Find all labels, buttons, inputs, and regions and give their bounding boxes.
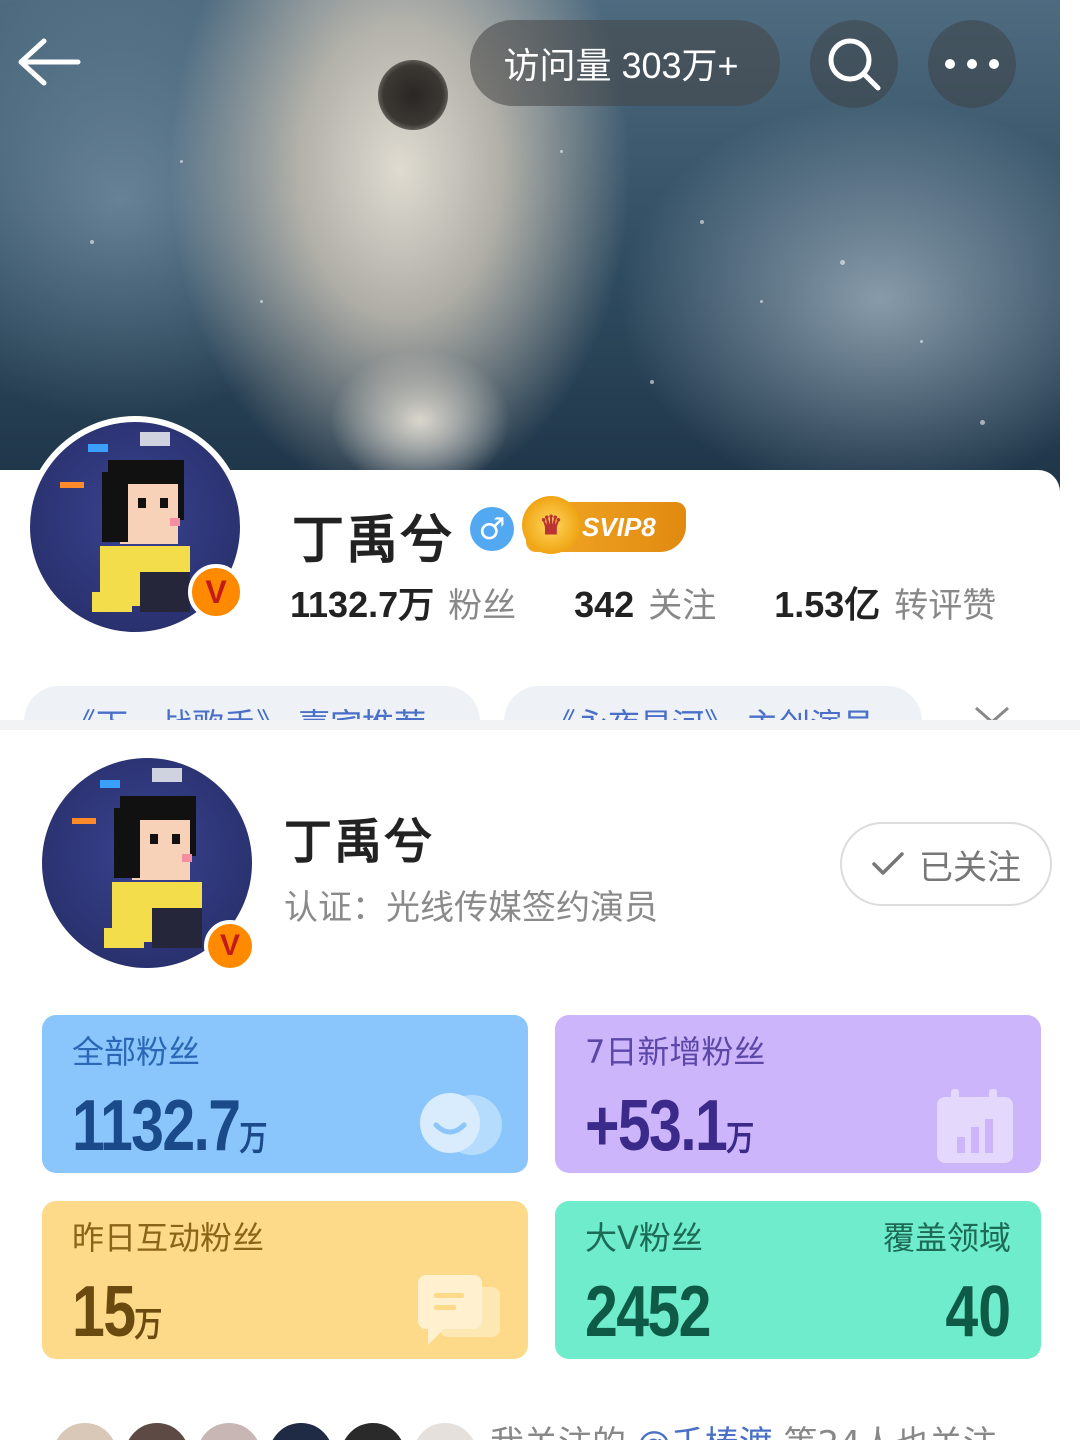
all-fans-number: 1132.7: [72, 1086, 241, 1166]
fans-icon: [420, 1093, 502, 1155]
mutual-avatar: [50, 1420, 120, 1440]
chat-icon: [418, 1275, 500, 1345]
bigv-fans-value: 2452: [585, 1272, 711, 1352]
stat-likes-number: 1.53亿: [774, 584, 881, 625]
mutual-followers-row[interactable]: 我关注的 @千椿渡 等24人也关注: [0, 1410, 1080, 1440]
search-icon: [828, 38, 881, 91]
interaction-fans-number: 15: [72, 1272, 136, 1352]
all-fans-card[interactable]: 全部粉丝 1132.7万: [42, 1015, 528, 1173]
tag-pill[interactable]: 《永夜星河》 主创演员: [504, 686, 922, 722]
more-button[interactable]: [928, 20, 1016, 108]
mutual-avatar: [338, 1420, 408, 1440]
profile-tags-row: 《下一战歌手》 嘉宾推荐 《永夜星河》 主创演员: [0, 686, 1060, 722]
avatar[interactable]: V: [24, 416, 246, 638]
polar-bear-nose: [378, 60, 448, 130]
fan-card-name: 丁禹兮: [284, 814, 435, 870]
check-icon: [872, 852, 904, 875]
stat-following-label: 关注: [648, 586, 717, 626]
visit-count-pill[interactable]: 访问量 303万+: [470, 20, 780, 106]
tag-pill[interactable]: 《下一战歌手》 嘉宾推荐: [24, 686, 480, 722]
mutual-avatar: [410, 1420, 480, 1440]
verified-v-badge: V: [204, 920, 256, 972]
verified-v-badge: V: [188, 564, 244, 620]
all-fans-title: 全部粉丝: [72, 1033, 201, 1071]
calendar-chart-icon: [937, 1089, 1013, 1163]
all-fans-value: 1132.7万: [72, 1085, 267, 1167]
domain-coverage-value: 40: [945, 1272, 1011, 1352]
chevron-down-icon[interactable]: [972, 686, 1012, 722]
mutual-followers-text: 我关注的 @千椿渡 等24人也关注: [490, 1416, 997, 1440]
profile-stats: 1132.7万 粉丝 342 关注 1.53亿 转评赞: [290, 576, 1054, 628]
stat-following-number: 342: [574, 584, 635, 625]
mutual-avatar: [194, 1420, 264, 1440]
following-label: 已关注: [919, 847, 1021, 888]
interaction-fans-value: 15万: [72, 1271, 162, 1353]
unit-label: 万: [134, 1306, 163, 1344]
following-button[interactable]: 已关注: [840, 822, 1052, 906]
new-fans-number: +53.1: [585, 1086, 728, 1166]
crown-icon: ♛: [522, 496, 580, 554]
unit-label: 万: [726, 1120, 755, 1158]
stat-likes-label: 转评赞: [894, 586, 997, 626]
bigv-fans-title: 大V粉丝: [585, 1219, 703, 1257]
profile-name: 丁禹兮: [292, 511, 455, 571]
mutual-avatar: [122, 1420, 192, 1440]
interaction-fans-card[interactable]: 昨日互动粉丝 15万: [42, 1201, 528, 1359]
svip-label: SVIP8: [582, 511, 656, 542]
mutual-user-link[interactable]: @千椿渡: [637, 1424, 773, 1440]
new-fans-value: +53.1万: [585, 1085, 754, 1167]
new-fans-title: 7日新增粉丝: [585, 1033, 766, 1071]
more-dot-icon: [967, 59, 977, 69]
svip-badge[interactable]: ♛ SVIP8: [522, 496, 686, 554]
domain-coverage-title: 覆盖领域: [882, 1219, 1011, 1257]
mutual-avatar: [266, 1420, 336, 1440]
verification-text: 认证：光线传媒签约演员: [284, 888, 658, 928]
more-dot-icon: [989, 59, 999, 69]
mutual-prefix: 我关注的: [490, 1424, 626, 1440]
stat-fans-label: 粉丝: [448, 586, 517, 626]
unit-label: 万: [239, 1120, 268, 1158]
male-gender-icon: ♂: [470, 507, 514, 551]
stat-following[interactable]: 342 关注: [574, 578, 716, 627]
back-button[interactable]: [14, 30, 84, 94]
section-divider: [0, 720, 1080, 730]
new-fans-card[interactable]: 7日新增粉丝 +53.1万: [555, 1015, 1041, 1173]
stat-likes[interactable]: 1.53亿 转评赞: [774, 576, 996, 628]
stat-fans-number: 1132.7万: [290, 584, 435, 625]
visit-count-text: 访问量 303万+: [503, 45, 739, 86]
more-dot-icon: [945, 59, 955, 69]
mutual-suffix: 等24人也关注: [784, 1424, 997, 1440]
arrow-left-icon: [18, 38, 81, 86]
search-button[interactable]: [810, 20, 898, 108]
stat-fans[interactable]: 1132.7万 粉丝: [290, 576, 516, 628]
interaction-fans-title: 昨日互动粉丝: [72, 1219, 265, 1257]
bigv-fans-card[interactable]: 大V粉丝 覆盖领域 2452 40: [555, 1201, 1041, 1359]
